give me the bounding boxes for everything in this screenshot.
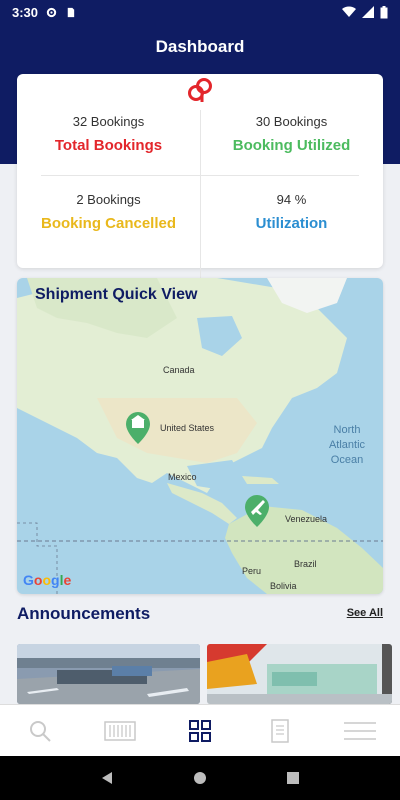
stat-count: 30 Bookings xyxy=(255,114,328,129)
stat-count: 94 % xyxy=(276,192,307,207)
map-label-brazil: Brazil xyxy=(294,559,317,569)
wifi-icon xyxy=(342,6,356,18)
home-icon[interactable] xyxy=(193,771,207,785)
battery-icon xyxy=(380,5,388,18)
stat-total-bookings[interactable]: 32 Bookings Total Bookings xyxy=(17,114,200,154)
dashboard-grid-icon xyxy=(189,719,211,742)
tab-container[interactable] xyxy=(100,713,140,749)
airport-image xyxy=(17,644,200,704)
map-title: Shipment Quick View xyxy=(35,286,198,303)
stat-booking-cancelled[interactable]: 2 Bookings Booking Cancelled xyxy=(17,192,200,232)
signal-icon xyxy=(362,6,374,18)
map-label-bolivia: Bolivia xyxy=(270,581,297,591)
announcement-card[interactable] xyxy=(17,644,200,704)
announcement-card[interactable] xyxy=(207,644,392,704)
status-time: 3:30 xyxy=(12,4,39,20)
brand-logo-icon xyxy=(188,78,212,102)
map-label-venezuela: Venezuela xyxy=(285,514,328,524)
sd-card-icon xyxy=(67,7,75,17)
back-icon[interactable] xyxy=(100,771,114,785)
stat-label: Utilization xyxy=(255,215,328,232)
status-bar: 3:30 xyxy=(0,0,400,24)
bookings-summary-card: 32 Bookings Total Bookings 30 Bookings B… xyxy=(17,74,383,278)
tab-dashboard[interactable] xyxy=(180,713,220,749)
announcements-title: Announcements xyxy=(17,604,151,623)
divider xyxy=(41,175,359,176)
announcements-header: Announcements See All xyxy=(17,604,383,626)
recents-icon[interactable] xyxy=(286,771,300,785)
stat-booking-utilized[interactable]: 30 Bookings Booking Utilized xyxy=(200,114,383,154)
settings-icon xyxy=(46,7,57,17)
page-title: Dashboard xyxy=(155,37,245,56)
stat-label: Booking Cancelled xyxy=(40,215,177,232)
search-icon xyxy=(30,720,51,742)
system-nav-bar xyxy=(0,756,400,800)
tab-menu[interactable] xyxy=(340,713,380,749)
google-logo: Google xyxy=(23,572,72,588)
map-label-peru: Peru xyxy=(242,566,262,576)
container-icon xyxy=(104,720,136,741)
stat-label: Total Bookings xyxy=(54,137,163,154)
map-label-us: United States xyxy=(160,423,215,433)
see-all-link[interactable]: See All xyxy=(347,607,383,619)
menu-icon xyxy=(344,721,376,740)
tab-documents[interactable] xyxy=(260,713,300,749)
map-label-mexico: Mexico xyxy=(168,472,197,482)
map-label-ocean: North Atlantic Ocean xyxy=(328,424,366,466)
document-icon xyxy=(271,718,289,743)
bottom-tab-bar xyxy=(0,704,400,756)
tab-search[interactable] xyxy=(20,713,60,749)
stat-count: 2 Bookings xyxy=(76,192,141,207)
aircraft-image xyxy=(207,644,392,704)
stat-utilization[interactable]: 94 % Utilization xyxy=(200,192,383,232)
stat-label: Booking Utilized xyxy=(232,137,351,154)
shipment-map[interactable]: Shipment Quick View Canada United States… xyxy=(17,278,383,594)
map-label-canada: Canada xyxy=(163,365,195,375)
stat-count: 32 Bookings xyxy=(72,114,145,129)
